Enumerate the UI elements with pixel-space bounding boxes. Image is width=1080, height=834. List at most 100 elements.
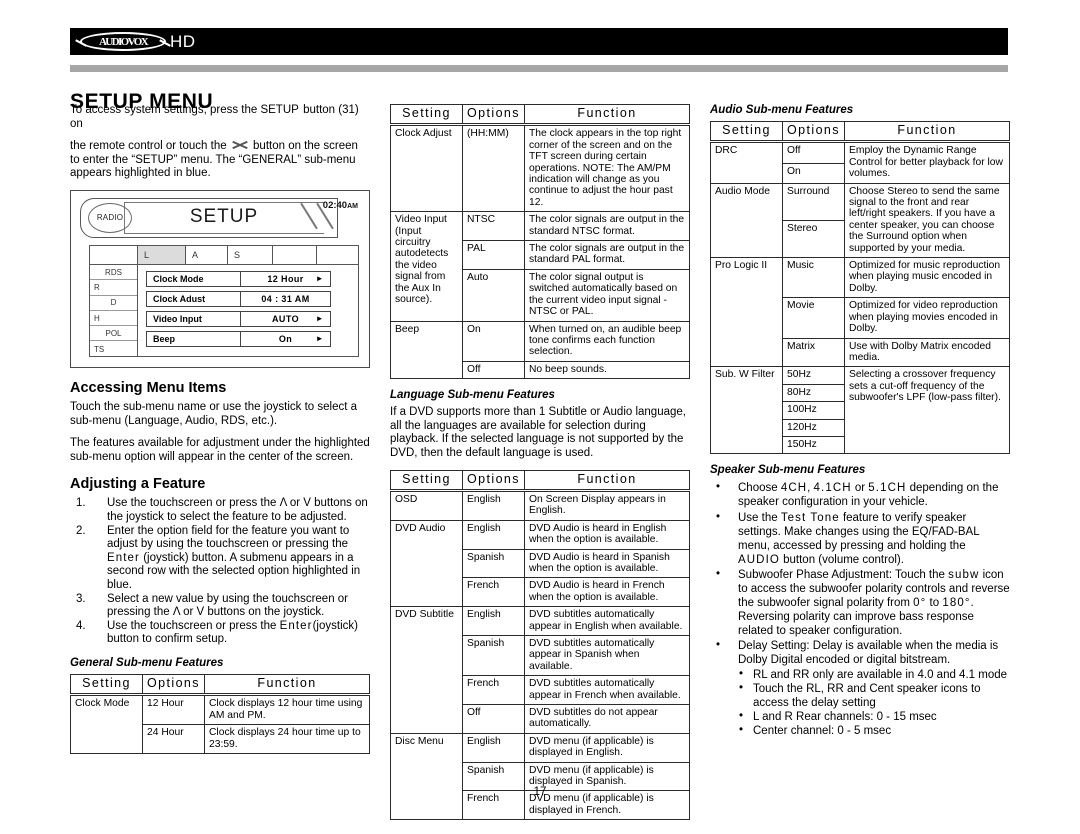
cell-option: 100Hz bbox=[782, 401, 845, 420]
screen-side-item-2[interactable]: D bbox=[90, 296, 137, 311]
cell-option: Stereo bbox=[782, 219, 845, 259]
language-features-table: Setting Options Function OSD English On … bbox=[390, 469, 690, 821]
chevron-right-icon-3[interactable]: ► bbox=[316, 334, 324, 343]
cell-option: 150Hz bbox=[782, 435, 845, 455]
cell-setting: DVD Subtitle bbox=[390, 606, 463, 734]
screen-field-clock-mode[interactable]: Clock Mode 12 Hour ► bbox=[146, 270, 331, 287]
cell-function: DVD Audio is heard in French when the op… bbox=[524, 577, 690, 608]
screen-side-item-4[interactable]: POL bbox=[90, 326, 137, 342]
screen-field-clock-adjust[interactable]: Clock Adust 04 : 31 AM bbox=[146, 290, 331, 307]
intro-paragraph-2: the remote control or touch the button o… bbox=[70, 140, 370, 181]
cell-option: On bbox=[462, 320, 525, 362]
screen-field-label-3: Beep bbox=[147, 331, 241, 346]
source-indicator-radio[interactable]: RADIO bbox=[88, 202, 132, 233]
bullet-3-phase-0: 0° bbox=[913, 597, 927, 610]
screen-tab-3[interactable]: S bbox=[228, 245, 273, 264]
screen-side-item-3[interactable]: H bbox=[90, 311, 137, 327]
step-4-text-a: Use the touchscreen or press the bbox=[107, 619, 280, 632]
screen-side-item-0[interactable]: RDS bbox=[90, 265, 137, 281]
speaker-submenu-heading: Speaker Sub-menu Features bbox=[710, 464, 866, 477]
screen-field-value-2[interactable]: AUTO ► bbox=[241, 312, 330, 326]
step-3-number: 3. bbox=[76, 592, 86, 605]
column-header-function: Function bbox=[524, 103, 690, 127]
cell-option: Surround bbox=[782, 182, 845, 221]
column-header-options: Options bbox=[462, 469, 525, 492]
sub-bullet-2-text: Touch the RL, RR and Cent speaker icons … bbox=[753, 682, 981, 709]
page-header-bar: AUDIOVOX HD bbox=[70, 28, 1008, 55]
screen-field-beep[interactable]: Beep On ► bbox=[146, 330, 331, 347]
cell-function: DVD subtitles automatically appear in Sp… bbox=[524, 634, 690, 677]
screen-tab-row: L A S bbox=[90, 245, 358, 265]
bullet-2-audio-keyword: AUDIO bbox=[738, 553, 780, 566]
bullet-1-text-a: Choose bbox=[738, 482, 781, 495]
screen-grid-lower: RDS R D H POL TS Clock Mode 12 Hour ► Clo… bbox=[90, 264, 358, 357]
cell-function: DVD subtitles automatically appear in En… bbox=[524, 606, 690, 636]
page-number: 17 bbox=[533, 786, 547, 798]
cell-function: DVD Audio is heard in English when the o… bbox=[524, 519, 690, 550]
bullet-3-text-a: Subwoofer Phase Adjustment: Touch the bbox=[738, 568, 949, 581]
column-header-options: Options bbox=[142, 673, 205, 697]
screen-field-value-1[interactable]: 04 : 31 AM bbox=[241, 292, 330, 306]
logo-hd-suffix: HD bbox=[170, 31, 196, 51]
speaker-sub-bullet-4: • Center channel: 0 - 5 msec bbox=[738, 724, 1010, 738]
cell-function: Optimized for video reproduction when pl… bbox=[844, 297, 1010, 339]
logo-oval-icon: AUDIOVOX bbox=[80, 32, 166, 51]
column-header-options: Options bbox=[462, 103, 525, 127]
bullet-3-phase-180: 180° bbox=[942, 597, 971, 610]
screen-field-label-2: Video Input bbox=[147, 311, 241, 326]
cell-setting: Sub. W Filter bbox=[710, 366, 783, 455]
screen-tab-1[interactable]: L bbox=[138, 245, 186, 264]
speaker-sub-bullet-2: • Touch the RL, RR and Cent speaker icons… bbox=[738, 682, 1010, 710]
screen-tab-4[interactable] bbox=[273, 245, 317, 264]
cell-function: Selecting a crossover frequency sets a c… bbox=[844, 366, 1010, 455]
cell-setting: OSD bbox=[390, 489, 463, 521]
screen-tab-2[interactable]: A bbox=[186, 245, 228, 264]
screen-side-menu: RDS R D H POL TS bbox=[90, 264, 138, 357]
cell-setting: Clock Mode bbox=[70, 694, 143, 754]
screen-field-list: Clock Mode 12 Hour ► Clock Adust 04 : 31 … bbox=[138, 265, 358, 357]
screen-tab-0[interactable] bbox=[90, 245, 138, 264]
table-header-row: Setting Options Function bbox=[390, 469, 690, 492]
left-column: To access system settings, press the SET… bbox=[70, 104, 370, 754]
column-header-options: Options bbox=[782, 120, 845, 144]
table-row: Disc Menu English DVD menu (if applicabl… bbox=[390, 732, 690, 821]
cell-setting: Pro Logic II bbox=[710, 257, 783, 368]
bullet-3-subw-keyword: subw bbox=[948, 568, 980, 581]
bullet-marker-icon: • bbox=[716, 567, 721, 580]
screen-tab-5[interactable] bbox=[317, 246, 358, 264]
setup-tool-icon bbox=[230, 140, 250, 151]
screen-field-value-3[interactable]: On ► bbox=[241, 332, 330, 346]
bullet-2-text-a: Use the bbox=[738, 511, 781, 524]
step-4-enter-keyword: Enter bbox=[279, 619, 313, 632]
language-intro-paragraph: If a DVD supports more than 1 Subtitle o… bbox=[390, 406, 686, 459]
cell-function: Clock displays 24 hour time up to 23:59. bbox=[204, 724, 370, 754]
cell-setting: Disc Menu bbox=[390, 732, 463, 821]
sub-bullet-1-text: RL and RR only are available in 4.0 and … bbox=[753, 668, 1008, 681]
table-row: Beep On When turned on, an audible beep … bbox=[390, 320, 690, 380]
screen-side-item-5[interactable]: TS bbox=[90, 341, 137, 356]
step-2-text-b: (joystick) button. A submenu appears in … bbox=[107, 551, 361, 591]
logo-wordmark: AUDIOVOX bbox=[98, 35, 149, 48]
sub-bullet-4-text: Center channel: 0 - 5 msec bbox=[753, 724, 892, 737]
bullet-marker-icon: • bbox=[716, 510, 721, 523]
cell-function: Use with Dolby Matrix encoded media. bbox=[844, 337, 1010, 368]
chevron-right-icon-2[interactable]: ► bbox=[316, 314, 324, 323]
column-header-setting: Setting bbox=[710, 120, 783, 144]
step-1-number: 1. bbox=[76, 497, 86, 510]
table-header-row: Setting Options Function bbox=[70, 673, 370, 697]
screen-field-video-input[interactable]: Video Input AUTO ► bbox=[146, 310, 331, 327]
chevron-right-icon-0[interactable]: ► bbox=[316, 274, 324, 283]
bullet-1-mode-51ch: 5.1CH bbox=[868, 482, 907, 495]
bullet-1-mode-4ch: 4CH bbox=[780, 482, 808, 495]
screen-field-value-0[interactable]: 12 Hour ► bbox=[241, 272, 330, 286]
table-row: DVD Subtitle English DVD subtitles autom… bbox=[390, 606, 690, 734]
table-row: OSD English On Screen Display appears in… bbox=[390, 489, 690, 521]
speaker-bullet-4: • Delay Setting: Delay is available when… bbox=[710, 639, 1010, 738]
table-row: DVD Audio English DVD Audio is heard in … bbox=[390, 519, 690, 608]
screen-menu-grid: L A S RDS R D H POL TS Clock Mode 12 Hou… bbox=[89, 244, 359, 357]
sub-bullet-marker-icon: • bbox=[739, 709, 744, 722]
cell-setting: Audio Mode bbox=[710, 182, 783, 259]
bullet-4-text: Delay Setting: Delay is available when t… bbox=[738, 640, 999, 667]
screen-side-item-1[interactable]: R bbox=[90, 280, 137, 296]
step-3-text: Select a new value by using the touchscr… bbox=[107, 592, 349, 619]
